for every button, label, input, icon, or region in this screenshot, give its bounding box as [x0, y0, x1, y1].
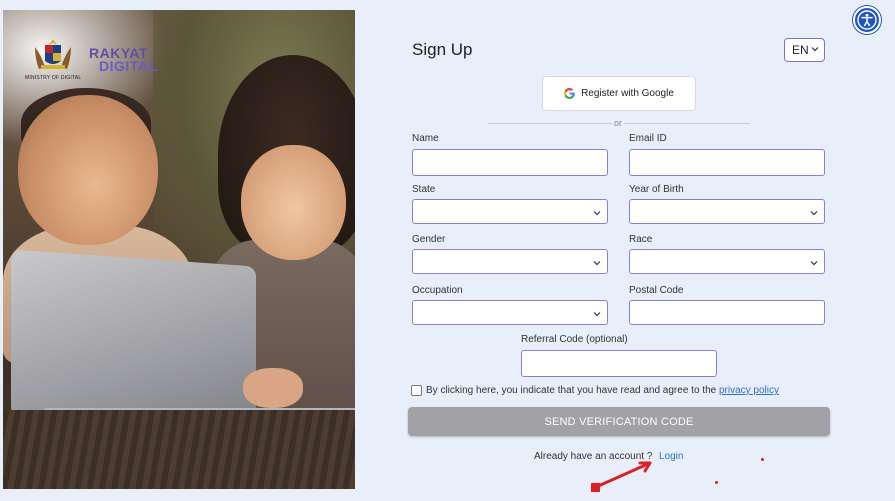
- brand-name: RAKYAT DIGITAL: [89, 46, 158, 74]
- year-of-birth-select[interactable]: [629, 199, 825, 224]
- signup-form: Sign Up EN Register with Google or Name …: [355, 10, 895, 495]
- page-title: Sign Up: [412, 40, 473, 59]
- annotation-arrow: [591, 461, 652, 492]
- chevron-down-icon: [811, 47, 819, 52]
- email-input[interactable]: [629, 149, 825, 176]
- chevron-down-icon: [593, 211, 601, 216]
- hero-image: MINISTRY OF DIGITAL RAKYAT DIGITAL: [3, 10, 355, 489]
- gender-select[interactable]: [412, 249, 608, 274]
- state-label: State: [412, 184, 436, 195]
- register-with-google-button[interactable]: Register with Google: [542, 76, 696, 111]
- referral-label: Referral Code (optional): [521, 334, 628, 345]
- agree-text: By clicking here, you indicate that you …: [426, 385, 779, 396]
- postal-code-label: Postal Code: [629, 285, 684, 296]
- year-of-birth-label: Year of Birth: [629, 184, 684, 195]
- send-verification-code-button[interactable]: SEND VERIFICATION CODE: [408, 407, 830, 436]
- email-label: Email ID: [629, 133, 667, 144]
- annotation-dot: [761, 458, 764, 461]
- referral-code-input[interactable]: [521, 350, 717, 377]
- race-label: Race: [629, 234, 653, 245]
- occupation-label: Occupation: [412, 285, 463, 296]
- agree-checkbox[interactable]: [411, 385, 422, 396]
- postal-code-input[interactable]: [629, 300, 825, 325]
- name-input[interactable]: [412, 149, 608, 176]
- chevron-down-icon: [593, 312, 601, 317]
- malaysia-crest-icon: [35, 39, 71, 69]
- privacy-policy-link[interactable]: privacy policy: [719, 385, 779, 396]
- chevron-down-icon: [810, 211, 818, 216]
- or-separator: or: [612, 118, 625, 128]
- language-value: EN: [792, 43, 809, 57]
- occupation-select[interactable]: [412, 300, 608, 325]
- language-select[interactable]: EN: [784, 38, 825, 62]
- brand-line-2: DIGITAL: [99, 58, 158, 74]
- ministry-label: MINISTRY OF DIGITAL: [25, 75, 82, 81]
- chevron-down-icon: [810, 261, 818, 266]
- chevron-down-icon: [593, 261, 601, 266]
- agree-statement: By clicking here, you indicate that you …: [426, 385, 717, 396]
- race-select[interactable]: [629, 249, 825, 274]
- google-icon: [564, 88, 575, 99]
- rakyat-digital-logo: MINISTRY OF DIGITAL RAKYAT DIGITAL: [25, 37, 175, 87]
- state-select[interactable]: [412, 199, 608, 224]
- gender-label: Gender: [412, 234, 446, 245]
- laptop-illustration: [11, 249, 256, 435]
- google-button-label: Register with Google: [581, 88, 674, 99]
- name-label: Name: [412, 133, 439, 144]
- annotation-dot: [715, 481, 718, 484]
